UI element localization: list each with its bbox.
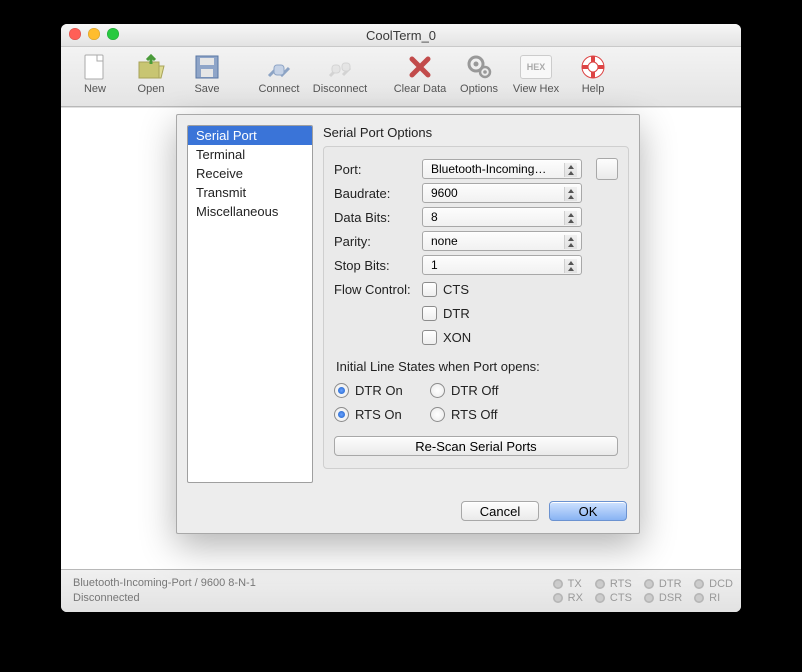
cts-checkbox[interactable]: CTS — [422, 282, 469, 297]
ok-button[interactable]: OK — [549, 501, 627, 521]
close-icon[interactable] — [69, 28, 81, 40]
port-extra-button[interactable] — [596, 158, 618, 180]
cancel-button[interactable]: Cancel — [461, 501, 539, 521]
rescan-button[interactable]: Re-Scan Serial Ports — [334, 436, 618, 456]
parity-select[interactable]: none — [422, 231, 582, 251]
statusbar: Bluetooth-Incoming-Port / 9600 8-N-1 Dis… — [61, 569, 741, 612]
toolbar: New Open Save Connect Disconnect Clear D… — [61, 47, 741, 107]
status-leds: TX RTS DTR DCD RX CTS DSR RI — [553, 578, 733, 604]
led-dsr: DSR — [644, 592, 682, 604]
sidebar-item-transmit[interactable]: Transmit — [188, 183, 312, 202]
status-state: Disconnected — [73, 591, 256, 606]
disconnect-button[interactable]: Disconnect — [309, 51, 371, 95]
new-button[interactable]: New — [69, 51, 121, 95]
help-button[interactable]: Help — [567, 51, 619, 95]
flow-label: Flow Control: — [334, 282, 414, 297]
x-icon — [408, 55, 432, 79]
zoom-icon[interactable] — [107, 28, 119, 40]
rts-off-radio[interactable]: RTS Off — [430, 407, 518, 422]
options-button[interactable]: Options — [453, 51, 505, 95]
options-pane: Serial Port Options Port: Bluetooth-Inco… — [323, 125, 629, 483]
led-rx: RX — [553, 592, 583, 604]
stopbits-label: Stop Bits: — [334, 258, 414, 273]
options-sidebar: Serial PortTerminalReceiveTransmitMiscel… — [187, 125, 313, 483]
port-label: Port: — [334, 162, 414, 177]
plug-off-icon — [326, 54, 354, 80]
led-cts: CTS — [595, 592, 632, 604]
parity-label: Parity: — [334, 234, 414, 249]
content-area: Serial PortTerminalReceiveTransmitMiscel… — [61, 107, 741, 569]
status-text: Bluetooth-Incoming-Port / 9600 8-N-1 Dis… — [73, 576, 256, 607]
minimize-icon[interactable] — [88, 28, 100, 40]
databits-select[interactable]: 8 — [422, 207, 582, 227]
baud-label: Baudrate: — [334, 186, 414, 201]
led-dtr: DTR — [644, 578, 682, 590]
xon-checkbox[interactable]: XON — [422, 330, 471, 345]
dtr-off-radio[interactable]: DTR Off — [430, 383, 518, 398]
open-button[interactable]: Open — [125, 51, 177, 95]
led-rts: RTS — [595, 578, 632, 590]
options-dialog: Serial PortTerminalReceiveTransmitMiscel… — [176, 114, 640, 534]
app-window: CoolTerm_0 New Open Save Connect Disconn… — [61, 24, 741, 612]
gear-icon — [466, 54, 492, 80]
led-dcd: DCD — [694, 578, 733, 590]
dtr-checkbox[interactable]: DTR — [422, 306, 470, 321]
save-icon — [194, 54, 220, 80]
status-connection: Bluetooth-Incoming-Port / 9600 8-N-1 — [73, 576, 256, 591]
pane-heading: Serial Port Options — [323, 125, 629, 140]
titlebar: CoolTerm_0 — [61, 24, 741, 47]
sidebar-item-terminal[interactable]: Terminal — [188, 145, 312, 164]
help-icon — [580, 54, 606, 80]
sidebar-item-serial-port[interactable]: Serial Port — [188, 126, 312, 145]
file-icon — [83, 53, 107, 81]
window-title: CoolTerm_0 — [366, 28, 436, 43]
rts-on-radio[interactable]: RTS On — [334, 407, 422, 422]
serial-port-group: Port: Bluetooth-Incoming… Baudrate: 9600… — [323, 146, 629, 469]
cleardata-button[interactable]: Clear Data — [391, 51, 449, 95]
hex-icon: HEX — [520, 55, 552, 79]
sidebar-item-miscellaneous[interactable]: Miscellaneous — [188, 202, 312, 221]
plug-icon — [265, 54, 293, 80]
stopbits-select[interactable]: 1 — [422, 255, 582, 275]
sidebar-item-receive[interactable]: Receive — [188, 164, 312, 183]
save-button[interactable]: Save — [181, 51, 233, 95]
viewhex-button[interactable]: HEXView Hex — [509, 51, 563, 95]
open-icon — [137, 54, 165, 80]
port-select[interactable]: Bluetooth-Incoming… — [422, 159, 582, 179]
connect-button[interactable]: Connect — [253, 51, 305, 95]
led-ri: RI — [694, 592, 733, 604]
dtr-on-radio[interactable]: DTR On — [334, 383, 422, 398]
baud-select[interactable]: 9600 — [422, 183, 582, 203]
initial-states-label: Initial Line States when Port opens: — [336, 359, 616, 374]
led-tx: TX — [553, 578, 583, 590]
databits-label: Data Bits: — [334, 210, 414, 225]
